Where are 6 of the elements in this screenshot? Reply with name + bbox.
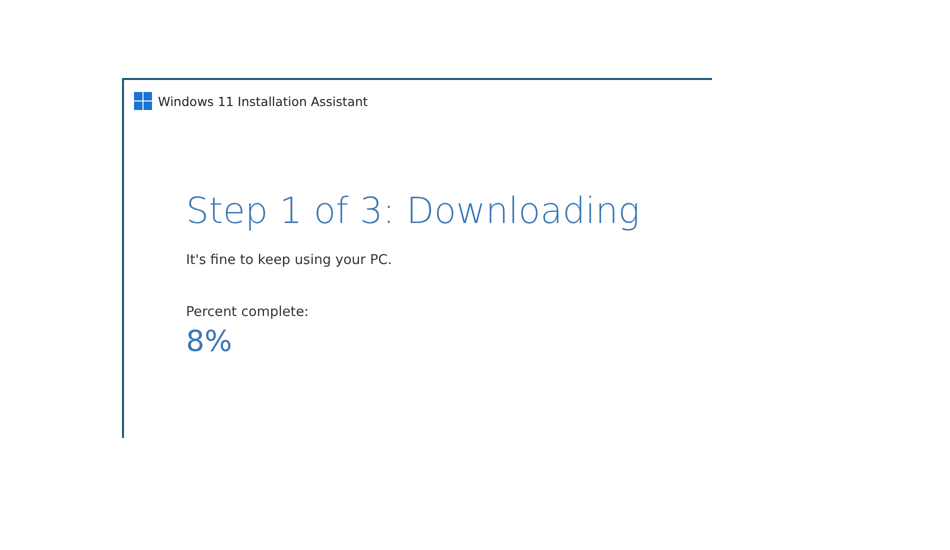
step-heading: Step 1 of 3: Downloading — [186, 190, 641, 234]
windows-logo-icon — [134, 92, 152, 110]
window-title: Windows 11 Installation Assistant — [158, 94, 368, 108]
info-text: It's fine to keep using your PC. — [186, 252, 393, 268]
progress-label: Percent complete: — [186, 304, 310, 320]
progress-value: 8% — [186, 324, 234, 358]
